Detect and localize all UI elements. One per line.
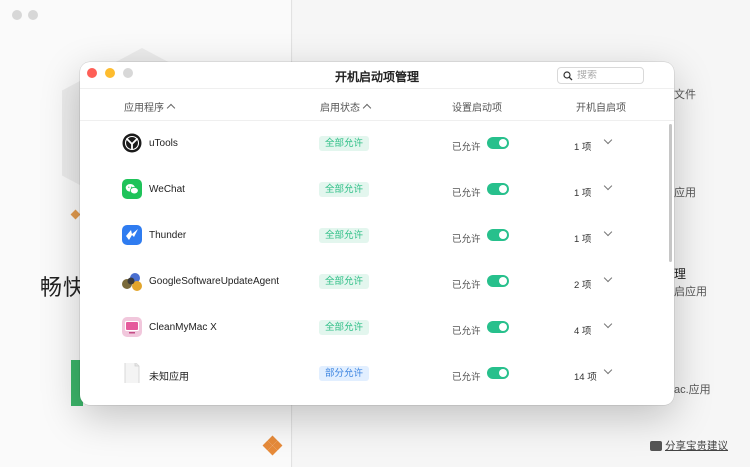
startup-items-dialog: 开机启动项管理 应用程序 启用状态 设置启动项 开机自启项 xyxy=(80,62,674,405)
background-label-apps: 应用 xyxy=(674,187,696,199)
status-badge: 全部允许 xyxy=(319,182,370,197)
background-label-files: 文件 xyxy=(674,89,696,101)
status-badge: 全部允许 xyxy=(319,274,370,289)
table-row[interactable]: 未知应用 部分允许 已允许 14 项 xyxy=(80,352,674,398)
status-badge: 全部允许 xyxy=(319,320,370,335)
background-window-controls xyxy=(12,10,38,20)
background-label-mac-apps: ac.应用 xyxy=(674,384,711,396)
google-update-icon xyxy=(120,269,144,293)
chat-bubble-icon xyxy=(650,440,662,451)
table-row[interactable]: Thunder 全部允许 已允许 1 项 xyxy=(80,214,674,260)
item-count: 1 项 xyxy=(574,188,592,199)
background-label-startup: 启应用 xyxy=(674,286,707,298)
app-name: CleanMyMac X xyxy=(149,322,217,333)
chevron-down-icon[interactable] xyxy=(603,365,613,375)
table-row[interactable]: WeChat 全部允许 已允许 1 项 xyxy=(80,168,674,214)
startup-items-list: uTools 全部允许 已允许 1 项 WeChat 全部允许 已允许 1 项 xyxy=(80,122,674,405)
startup-toggle[interactable] xyxy=(487,275,509,287)
toggle-knob xyxy=(499,139,507,147)
column-header-status[interactable]: 启用状态 xyxy=(320,99,372,114)
chevron-down-icon[interactable] xyxy=(603,227,613,237)
column-header-setting-label: 设置启动项 xyxy=(452,103,502,114)
column-header-status-label: 启用状态 xyxy=(320,103,360,114)
startup-toggle[interactable] xyxy=(487,183,509,195)
feedback-label: 分享宝贵建议 xyxy=(665,440,728,452)
search-box[interactable] xyxy=(557,67,644,84)
chevron-down-icon[interactable] xyxy=(603,273,613,283)
background-diamond-icon xyxy=(70,209,81,220)
column-header-app-label: 应用程序 xyxy=(124,103,164,114)
status-badge: 部分允许 xyxy=(319,366,370,381)
startup-toggle[interactable] xyxy=(487,321,509,333)
chevron-down-icon[interactable] xyxy=(603,135,613,145)
app-name: GoogleSoftwareUpdateAgent xyxy=(149,276,280,287)
dialog-titlebar: 开机启动项管理 xyxy=(80,62,674,89)
search-input[interactable] xyxy=(577,70,637,81)
feedback-link[interactable]: 分享宝贵建议 xyxy=(650,438,728,453)
list-scrollbar[interactable] xyxy=(669,124,672,262)
app-name: WeChat xyxy=(149,184,185,195)
table-header: 应用程序 启用状态 设置启动项 开机自启项 xyxy=(80,89,674,121)
chevron-down-icon[interactable] xyxy=(603,181,613,191)
table-row[interactable]: GoogleSoftwareUpdateAgent 全部允许 已允许 2 项 xyxy=(80,260,674,306)
app-logo-icon xyxy=(262,435,283,456)
allow-label: 已允许 xyxy=(452,188,481,199)
sort-asc-icon xyxy=(166,103,176,113)
startup-toggle[interactable] xyxy=(487,367,509,379)
toggle-knob xyxy=(499,369,507,377)
status-badge: 全部允许 xyxy=(319,228,370,243)
startup-toggle[interactable] xyxy=(487,137,509,149)
startup-toggle[interactable] xyxy=(487,229,509,241)
toggle-knob xyxy=(499,231,507,239)
item-count: 14 项 xyxy=(574,372,597,383)
item-count: 4 项 xyxy=(574,326,592,337)
item-count: 2 项 xyxy=(574,280,592,291)
app-name: uTools xyxy=(149,138,178,149)
status-badge: 全部允许 xyxy=(319,136,370,151)
cleanmymac-icon xyxy=(122,317,142,337)
chevron-down-icon[interactable] xyxy=(603,319,613,329)
allow-label: 已允许 xyxy=(452,326,481,337)
toggle-knob xyxy=(499,185,507,193)
item-count: 1 项 xyxy=(574,234,592,245)
background-label-manage: 理 xyxy=(674,267,687,281)
allow-label: 已允许 xyxy=(452,234,481,245)
column-header-app[interactable]: 应用程序 xyxy=(124,99,176,114)
wechat-icon xyxy=(122,179,142,199)
allow-label: 已允许 xyxy=(452,372,481,383)
app-name: 未知应用 xyxy=(149,372,189,383)
item-count: 1 项 xyxy=(574,142,592,153)
table-row[interactable]: uTools 全部允许 已允许 1 项 xyxy=(80,122,674,168)
column-header-items-label: 开机自启项 xyxy=(576,103,626,114)
utools-icon xyxy=(122,133,142,153)
column-header-setting: 设置启动项 xyxy=(452,99,502,114)
allow-label: 已允许 xyxy=(452,142,481,153)
search-icon xyxy=(563,70,573,80)
sort-asc-icon xyxy=(362,103,372,113)
column-header-items: 开机自启项 xyxy=(576,99,626,114)
unknown-app-icon xyxy=(122,363,142,383)
table-row[interactable]: CleanMyMac X 全部允许 已允许 4 项 xyxy=(80,306,674,352)
background-close-button[interactable] xyxy=(12,10,22,20)
app-name: Thunder xyxy=(149,230,187,241)
toggle-knob xyxy=(499,277,507,285)
allow-label: 已允许 xyxy=(452,280,481,291)
toggle-knob xyxy=(499,323,507,331)
thunder-icon xyxy=(122,225,142,245)
background-minimize-button[interactable] xyxy=(28,10,38,20)
